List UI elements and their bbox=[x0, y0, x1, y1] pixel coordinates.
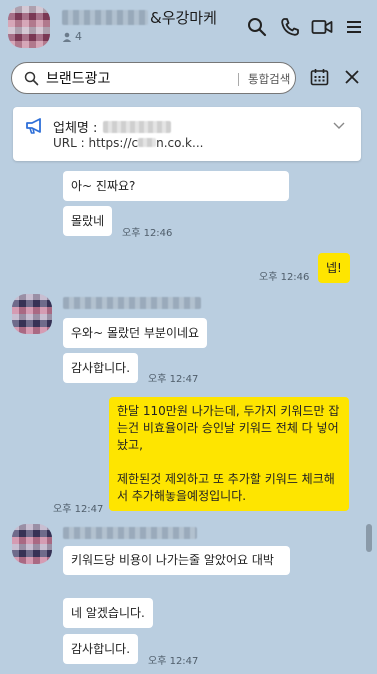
chat-header: &우강마케 4 bbox=[0, 0, 377, 56]
search-box[interactable]: 통합검색 bbox=[11, 62, 296, 94]
scrollbar-thumb[interactable] bbox=[366, 524, 372, 552]
message-bubble[interactable]: 네 알겠습니다. bbox=[63, 598, 153, 628]
chat-title-redacted bbox=[62, 10, 148, 25]
message-time: 오후 12:47 bbox=[148, 374, 199, 385]
message-text: 몰랐네 bbox=[71, 214, 105, 228]
message-bubble[interactable]: 감사합니다. bbox=[63, 634, 139, 664]
notice-banner[interactable]: 업체명 : URL : https://c n.co.k... bbox=[13, 107, 361, 161]
search-field-icon bbox=[24, 71, 39, 86]
sender-name-redacted bbox=[63, 297, 201, 309]
video-call-icon[interactable] bbox=[310, 15, 334, 39]
person-icon bbox=[62, 32, 72, 42]
chat-title: &우강마케 bbox=[150, 9, 217, 27]
message-text: 감사합니다. bbox=[71, 361, 131, 375]
notice-url: URL : https://c n.co.k... bbox=[53, 136, 203, 150]
message-time: 오후 12:46 bbox=[259, 272, 310, 283]
message-text: 감사합니다. bbox=[71, 642, 131, 656]
all-search-button[interactable]: 통합검색 bbox=[248, 71, 290, 87]
message-text-line1: 한달 110만원 나가는데, 두가지 키워드만 잡는건 비효율이라 승인날 키워… bbox=[117, 404, 340, 452]
member-count[interactable]: 4 bbox=[62, 30, 82, 43]
message-bubble[interactable]: 감사합니다. bbox=[63, 353, 139, 383]
notice-url-suffix: n.co.k... bbox=[156, 136, 204, 150]
message-bubble[interactable]: 키워드당 비용이 나가는줄 알았어요 대박 bbox=[63, 546, 290, 575]
company-name-redacted bbox=[103, 120, 172, 133]
message-text: 키워드당 비용이 나가는줄 알았어요 대박 bbox=[71, 553, 274, 567]
message-text: 우와~ 몰랐던 부분이네요 bbox=[71, 326, 200, 340]
message-time: 오후 12:46 bbox=[122, 228, 173, 239]
message-text-line2: 제한된것 제외하고 또 추가할 키워드 체크해서 추가해놓을예정입니다. bbox=[117, 472, 335, 503]
search-input[interactable] bbox=[46, 68, 196, 88]
my-message-bubble[interactable]: 넵! bbox=[318, 253, 350, 283]
menu-icon[interactable] bbox=[342, 15, 366, 39]
sender-avatar[interactable] bbox=[12, 524, 52, 564]
message-bubble[interactable]: 우와~ 몰랐던 부분이네요 bbox=[63, 318, 208, 348]
message-text: 네 알겠습니다. bbox=[71, 606, 145, 620]
message-bubble[interactable]: 몰랐네 bbox=[63, 206, 113, 236]
notice-company: 업체명 : bbox=[53, 117, 172, 136]
message-text: 아~ 진짜요? bbox=[71, 179, 136, 193]
search-divider bbox=[238, 73, 239, 86]
message-time: 오후 12:47 bbox=[148, 656, 199, 667]
message-time: 오후 12:47 bbox=[53, 504, 104, 515]
close-icon[interactable] bbox=[344, 69, 360, 85]
sender-name-redacted bbox=[63, 527, 197, 539]
phone-icon[interactable] bbox=[278, 15, 302, 39]
message-text: 넵! bbox=[326, 261, 342, 275]
sender-avatar[interactable] bbox=[12, 294, 52, 334]
search-icon[interactable] bbox=[245, 15, 269, 39]
chevron-down-icon[interactable] bbox=[333, 122, 345, 130]
calendar-icon[interactable] bbox=[310, 68, 329, 86]
my-message-bubble[interactable]: 한달 110만원 나가는데, 두가지 키워드만 잡는건 비효율이라 승인날 키워… bbox=[109, 397, 349, 511]
member-count-label: 4 bbox=[75, 30, 82, 43]
notice-company-label: 업체명 : bbox=[53, 121, 98, 136]
megaphone-icon bbox=[26, 118, 41, 134]
url-redacted bbox=[138, 138, 157, 147]
group-avatar[interactable] bbox=[8, 6, 50, 48]
scrollbar[interactable] bbox=[365, 100, 373, 674]
message-bubble[interactable]: 아~ 진짜요? bbox=[63, 171, 289, 201]
notice-url-label: URL : https://c bbox=[53, 136, 139, 150]
